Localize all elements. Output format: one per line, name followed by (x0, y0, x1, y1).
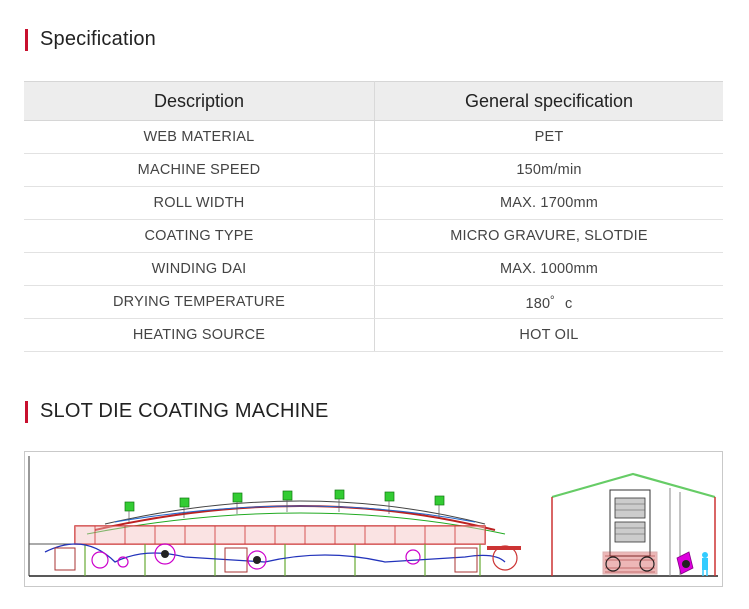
row-label: DRYING TEMPERATURE (24, 285, 375, 319)
machine-diagram (24, 451, 723, 587)
row-value: MAX. 1700mm (374, 186, 723, 220)
coating-machine-drawing (28, 456, 718, 577)
specification-heading: Specification (25, 28, 156, 51)
heading-accent-bar (25, 400, 28, 423)
row-value: HOT OIL (374, 318, 723, 352)
header-general-specification: General specification (374, 81, 723, 121)
machine-title: SLOT DIE COATING MACHINE (40, 400, 329, 422)
table-row: DRYING TEMPERATURE 180゜c (24, 285, 723, 319)
row-value: MICRO GRAVURE, SLOTDIE (374, 219, 723, 253)
row-value: PET (374, 120, 723, 154)
header-description: Description (24, 81, 375, 121)
table-row: ROLL WIDTH MAX. 1700mm (24, 186, 723, 220)
machine-heading: SLOT DIE COATING MACHINE (25, 400, 329, 423)
table-row: COATING TYPE MICRO GRAVURE, SLOTDIE (24, 219, 723, 253)
row-value: MAX. 1000mm (374, 252, 723, 286)
table-row: MACHINE SPEED 150m/min (24, 153, 723, 187)
row-value: 180゜c (374, 285, 723, 319)
table-header-row: Description General specification (24, 81, 723, 121)
row-value: 150m/min (374, 153, 723, 187)
row-label: COATING TYPE (24, 219, 375, 253)
row-label: ROLL WIDTH (24, 186, 375, 220)
row-label: MACHINE SPEED (24, 153, 375, 187)
row-label: HEATING SOURCE (24, 318, 375, 352)
table-row: HEATING SOURCE HOT OIL (24, 318, 723, 352)
heading-accent-bar (25, 28, 28, 51)
row-label: WINDING DAI (24, 252, 375, 286)
row-label: WEB MATERIAL (24, 120, 375, 154)
specification-table: Description General specification WEB MA… (24, 81, 723, 352)
table-row: WINDING DAI MAX. 1000mm (24, 252, 723, 286)
specification-title: Specification (40, 28, 156, 50)
table-row: WEB MATERIAL PET (24, 120, 723, 154)
